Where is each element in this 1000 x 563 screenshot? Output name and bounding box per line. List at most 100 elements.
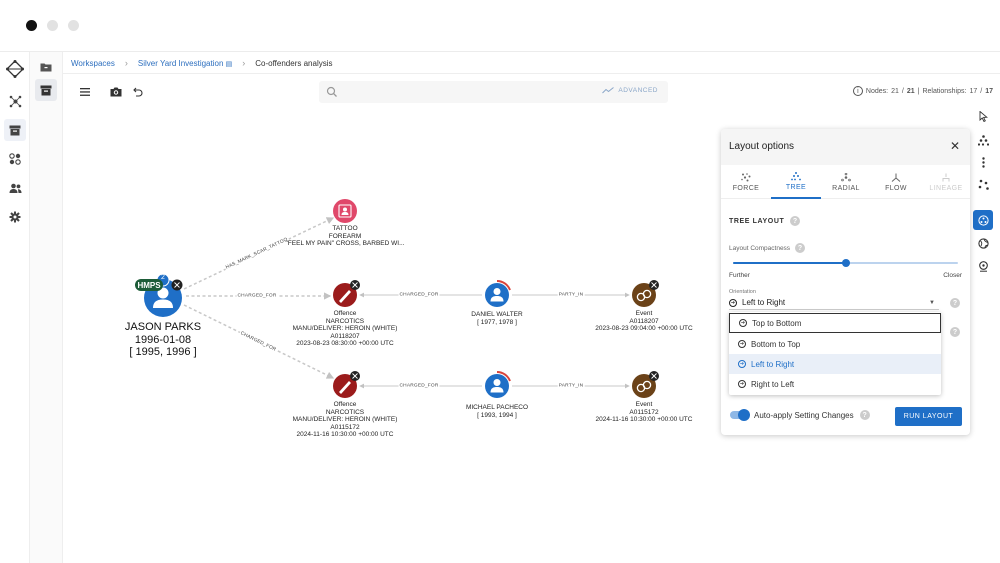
node-event-1[interactable] (632, 280, 659, 307)
advanced-label: ADVANCED (618, 87, 658, 94)
arrow-right-circle-icon: ➔ (738, 360, 746, 368)
breadcrumb-workspaces[interactable]: Workspaces (71, 59, 115, 68)
breadcrumb: Workspaces › Silver Yard Investigation ▤… (71, 56, 333, 70)
option-bottom-to-top[interactable]: ➔ Bottom to Top (729, 334, 941, 354)
tree-layout-heading: TREE LAYOUT ? (729, 216, 801, 226)
graph-nav-icon[interactable] (4, 90, 26, 112)
tab-lineage: LINEAGE (921, 165, 971, 199)
tab-flow-label: FLOW (885, 184, 907, 192)
node-daniel-walter[interactable] (485, 280, 511, 307)
breadcrumb-investigation[interactable]: Silver Yard Investigation ▤ (138, 59, 232, 68)
force-icon (741, 172, 751, 181)
node-offence-1[interactable] (333, 280, 360, 307)
further-label: Further (729, 272, 750, 279)
graph-toolbar: ADVANCED i Nodes: 21 / 21 | Relationship… (63, 78, 1000, 106)
users-nav-icon[interactable] (4, 177, 26, 199)
compactness-slider[interactable] (733, 259, 958, 267)
advanced-search-button[interactable]: ADVANCED (602, 87, 658, 94)
edge-label-charged-4: CHARGED_FOR (398, 383, 440, 389)
option-top-to-bottom[interactable]: ➔ Top to Bottom (729, 313, 941, 333)
tree-layout-icon[interactable] (973, 130, 993, 150)
person-line: DANIEL WALTER (471, 311, 523, 318)
folder-icon[interactable] (35, 56, 57, 78)
slider-thumb[interactable] (841, 259, 850, 267)
auto-apply-label: Auto-apply Setting Changes (754, 410, 854, 420)
closer-label: Closer (943, 272, 962, 279)
offence-line: NARCOTICS (325, 317, 365, 325)
app-logo-icon[interactable] (4, 58, 26, 80)
archive-box-icon[interactable] (35, 79, 57, 101)
menu-hamburger-icon[interactable] (77, 84, 93, 100)
edge-charged-2 (183, 304, 335, 379)
nodes-total: 21 (906, 87, 915, 95)
help-icon[interactable]: ? (859, 410, 870, 420)
option-right-to-left[interactable]: ➔ Right to Left (729, 374, 941, 394)
search-icon (326, 86, 337, 97)
node-offence-2[interactable] (333, 371, 360, 398)
scatter-layout-icon[interactable] (973, 174, 993, 194)
trend-line-icon (602, 87, 615, 94)
run-layout-button[interactable]: RUN LAYOUT (895, 407, 962, 426)
search-input[interactable] (343, 84, 593, 100)
archive-nav-icon[interactable] (4, 119, 26, 141)
option-label: Right to Left (751, 379, 795, 389)
entities-nav-icon[interactable] (4, 148, 26, 170)
caret-down-icon: ▼ (929, 300, 935, 306)
settings-gear-icon[interactable] (4, 206, 26, 228)
undo-icon[interactable] (130, 84, 146, 100)
tab-force[interactable]: FORCE (721, 165, 771, 199)
layout-options-icon[interactable] (973, 210, 993, 230)
layout-options-panel: Layout options ✕ FORCE TREE RADIAL FLOW (721, 129, 970, 435)
tab-flow[interactable]: FLOW (871, 165, 921, 199)
pointer-select-icon[interactable] (973, 106, 993, 126)
close-icon[interactable]: ✕ (948, 139, 962, 153)
offence-line: 2024-11-16 10:30:00 +00:00 UTC (296, 431, 394, 439)
offence-line: A0115172 (330, 423, 360, 431)
help-icon[interactable]: ? (790, 216, 801, 226)
offence-line: A0118207 (330, 332, 360, 340)
tab-lineage-label: LINEAGE (929, 184, 963, 192)
offence-1-label: Offence NARCOTICS MANU/DELIVER: HEROIN (… (293, 310, 398, 348)
option-label: Left to Right (751, 359, 795, 369)
close-window-button[interactable] (26, 20, 37, 31)
camera-icon[interactable] (108, 84, 124, 100)
arrow-down-circle-icon: ➔ (739, 319, 747, 327)
minimize-window-button[interactable] (47, 20, 58, 31)
orientation-select[interactable]: ➔ Left to Right ▼ (729, 296, 939, 310)
tab-tree-label: TREE (785, 183, 807, 191)
globe-icon[interactable] (973, 233, 993, 253)
node-michael-pacheco[interactable] (485, 371, 511, 398)
person-line: MICHAEL PACHECO (465, 404, 529, 411)
auto-apply-toggle[interactable] (730, 409, 750, 421)
help-icon[interactable]: ? (950, 298, 960, 308)
arrow-right-circle-icon: ➔ (729, 298, 737, 307)
offence-2-label: Offence NARCOTICS MANU/DELIVER: HEROIN (… (293, 401, 398, 439)
maximize-window-button[interactable] (68, 20, 79, 31)
arrow-left-circle-icon: ➔ (738, 380, 746, 388)
tab-tree[interactable]: TREE (771, 165, 821, 199)
root-range: [ 1995, 1996 ] (129, 346, 197, 358)
info-icon[interactable]: i (852, 86, 863, 96)
layout-tabs: FORCE TREE RADIAL FLOW LINEAGE (721, 165, 970, 199)
search-bar: ADVANCED (319, 81, 668, 103)
section-title-text: TREE LAYOUT (729, 217, 785, 225)
map-pin-icon[interactable] (973, 256, 993, 276)
node-tattoo[interactable] (333, 199, 357, 223)
offence-line: Offence (333, 401, 357, 408)
node-jason-parks[interactable] (144, 273, 183, 317)
tab-radial[interactable]: RADIAL (821, 165, 871, 199)
list-icon: ▤ (225, 60, 233, 68)
help-icon[interactable]: ? (795, 243, 806, 253)
node-event-2[interactable] (632, 371, 659, 398)
option-left-to-right[interactable]: ➔ Left to Right (729, 354, 941, 374)
orientation-dropdown: ➔ Top to Bottom ➔ Bottom to Top ➔ Left t… (729, 312, 941, 395)
offence-line: Offence (333, 310, 357, 317)
tattoo-label: TATTOO FOREARM "FEEL MY PAIN" CROSS, BAR… (286, 225, 405, 248)
event-line: 2023-08-23 09:04:00 +00:00 UTC (595, 325, 693, 333)
tattoo-line: FOREARM (328, 232, 362, 240)
more-vertical-icon[interactable] (973, 152, 993, 172)
root-count-badge: 2 (161, 274, 165, 281)
help-icon[interactable]: ? (950, 327, 960, 337)
offence-line: MANU/DELIVER: HEROIN (WHITE) (292, 416, 398, 424)
offence-line: NARCOTICS (325, 408, 365, 416)
